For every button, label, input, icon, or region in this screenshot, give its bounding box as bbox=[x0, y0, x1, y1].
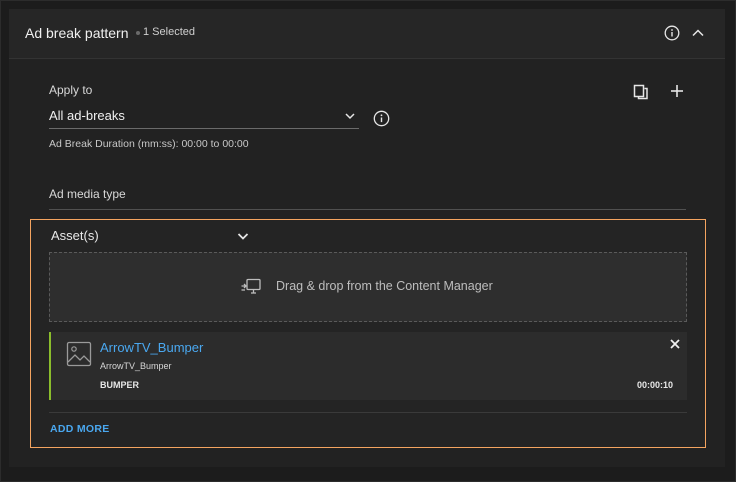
panel-body: Apply to All ad-breaks Ad Break Duration… bbox=[9, 59, 725, 467]
divider bbox=[49, 209, 686, 210]
asset-subtitle: ArrowTV_Bumper bbox=[100, 361, 172, 371]
separator-dot bbox=[136, 31, 140, 35]
panel-title: Ad break pattern bbox=[25, 25, 129, 41]
ad-break-pattern-panel: Ad break pattern 1 Selected Apply to All… bbox=[0, 0, 736, 482]
add-more-button[interactable]: ADD MORE bbox=[50, 423, 110, 435]
chevron-down-icon bbox=[237, 233, 249, 240]
chevron-down-icon bbox=[345, 113, 355, 120]
apply-to-label: Apply to bbox=[49, 83, 93, 97]
asset-section: Asset(s) Drag & drop from the Content Ma… bbox=[30, 219, 706, 448]
apply-to-value: All ad-breaks bbox=[49, 108, 125, 123]
media-type-select[interactable]: Asset(s) bbox=[51, 226, 251, 246]
ad-media-type-label: Ad media type bbox=[49, 187, 126, 201]
panel-header[interactable]: Ad break pattern 1 Selected bbox=[9, 9, 725, 59]
close-icon[interactable] bbox=[669, 338, 681, 350]
info-icon[interactable] bbox=[373, 110, 390, 127]
drop-zone[interactable]: Drag & drop from the Content Manager bbox=[49, 252, 687, 322]
divider bbox=[49, 412, 687, 413]
asset-card: ArrowTV_Bumper ArrowTV_Bumper BUMPER 00:… bbox=[49, 332, 687, 400]
ad-break-duration: Ad Break Duration (mm:ss): 00:00 to 00:0… bbox=[49, 138, 249, 150]
asset-name-link[interactable]: ArrowTV_Bumper bbox=[100, 340, 203, 355]
drop-zone-text: Drag & drop from the Content Manager bbox=[276, 279, 493, 293]
copy-icon[interactable] bbox=[632, 83, 650, 101]
drag-drop-icon bbox=[241, 278, 261, 294]
selected-count: 1 Selected bbox=[143, 26, 195, 38]
plus-icon[interactable] bbox=[669, 83, 685, 99]
asset-duration: 00:00:10 bbox=[636, 380, 673, 390]
image-placeholder-icon bbox=[66, 341, 92, 367]
chevron-up-icon[interactable] bbox=[690, 25, 706, 41]
apply-to-select[interactable]: All ad-breaks bbox=[49, 105, 359, 129]
info-icon[interactable] bbox=[664, 25, 680, 41]
media-type-value: Asset(s) bbox=[51, 228, 99, 243]
asset-type: BUMPER bbox=[100, 380, 140, 390]
